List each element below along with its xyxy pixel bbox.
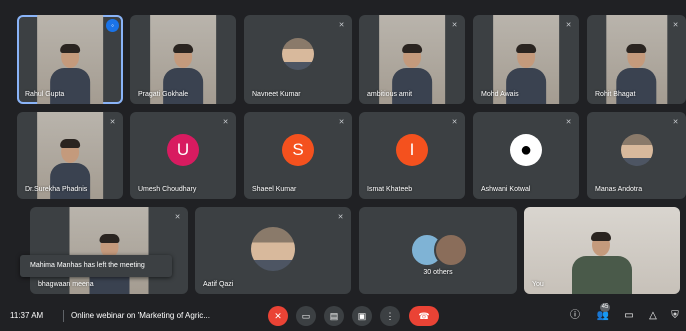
participant-tile[interactable]: ✕ Aatif Qazi [195, 207, 351, 294]
participant-tile[interactable]: ● ✕ Ashwani Kotwal [473, 112, 579, 199]
avatar [620, 134, 653, 167]
participant-name: Navneet Kumar [252, 91, 301, 98]
mic-off-icon: ✕ [672, 22, 679, 29]
mic-off-icon[interactable]: ✕ [268, 306, 288, 326]
info-icon[interactable]: ⓘ [568, 309, 582, 323]
participant-name: ambitious amit [367, 91, 413, 98]
participant-tile[interactable]: ✕ Navneet Kumar [244, 15, 352, 104]
avatar: S [282, 134, 314, 167]
self-view-tile[interactable]: You [524, 207, 680, 294]
participant-name: bhagwaan meena [38, 281, 94, 288]
chat-icon[interactable]: ▭ [622, 309, 636, 323]
mic-off-icon: ✕ [451, 119, 458, 126]
participant-tile[interactable]: ◦ Rahul Gupta [17, 15, 123, 104]
mic-off-icon: ✕ [338, 119, 345, 126]
avatar: I [396, 134, 428, 167]
mic-off-icon: ✕ [174, 214, 181, 221]
participant-name: Umesh Choudhary [138, 186, 197, 193]
participant-tile[interactable]: ✕ Mohd Awais [473, 15, 579, 104]
divider [63, 310, 64, 322]
participant-name: Pragati Gokhale [138, 91, 189, 98]
mic-off-icon: ✕ [337, 214, 344, 221]
bottom-control-bar: 11:37 AM Online webinar on 'Marketing of… [0, 301, 686, 331]
others-label: 30 others [423, 269, 453, 276]
participant-tile[interactable]: ✕ Manas Andotra [587, 112, 686, 199]
participant-video [524, 207, 680, 294]
more-vert-icon[interactable]: ⋮ [380, 306, 400, 326]
panda-avatar: ● [510, 134, 542, 167]
activities-icon[interactable]: △ [646, 309, 660, 323]
participant-name: You [532, 281, 544, 288]
participant-name: Shaeel Kumar [252, 186, 297, 193]
participant-tile[interactable]: ✕ bhagwaan meena [30, 207, 188, 294]
participant-name: Mohd Awais [481, 91, 519, 98]
mic-off-icon: ✕ [565, 22, 572, 29]
participant-name: Aatif Qazi [203, 281, 234, 288]
camera-icon[interactable]: ▭ [296, 306, 316, 326]
participant-tile[interactable]: Pragati Gokhale [130, 15, 236, 104]
participant-name: Rohit Bhagat [595, 91, 636, 98]
participant-name: Ashwani Kotwal [481, 186, 531, 193]
participant-name: Dr.Surekha Phadnis [25, 186, 88, 193]
avatar [282, 38, 314, 71]
meeting-time: 11:37 AM [10, 311, 44, 320]
call-end-icon[interactable]: ☎ [409, 306, 439, 326]
people-count-badge: 45 [600, 303, 610, 312]
avatar: U [167, 134, 199, 167]
mic-off-icon: ✕ [222, 119, 229, 126]
meeting-title: Online webinar on 'Marketing of Agric... [71, 311, 210, 320]
speaking-icon: ◦ [106, 19, 119, 32]
avatar [251, 226, 295, 271]
participant-tile[interactable]: S ✕ Shaeel Kumar [244, 112, 352, 199]
participant-tile[interactable]: ✕ Rohit Bhagat [587, 15, 686, 104]
notification-toast: Mahima Manhas has left the meeting [20, 255, 172, 277]
present-icon[interactable]: ▣ [352, 306, 372, 326]
participant-name: Ismat Khateeb [367, 186, 413, 193]
mic-off-icon: ✕ [109, 119, 116, 126]
mic-off-icon: ✕ [338, 22, 345, 29]
participant-tile[interactable]: ✕ ambitious amit [359, 15, 465, 104]
mic-off-icon: ✕ [672, 119, 679, 126]
mic-off-icon: ✕ [565, 119, 572, 126]
others-tile[interactable]: 30 others [359, 207, 517, 294]
mic-off-icon: ✕ [451, 22, 458, 29]
captions-icon[interactable]: ▤ [324, 306, 344, 326]
others-avatars [408, 233, 468, 268]
participant-tile[interactable]: ✕ Dr.Surekha Phadnis [17, 112, 123, 199]
participant-name: Manas Andotra [595, 186, 643, 193]
participant-tile[interactable]: I ✕ Ismat Khateeb [359, 112, 465, 199]
participant-name: Rahul Gupta [25, 91, 65, 98]
host-controls-icon[interactable]: ⛨ [668, 309, 682, 323]
participant-tile[interactable]: U ✕ Umesh Choudhary [130, 112, 236, 199]
